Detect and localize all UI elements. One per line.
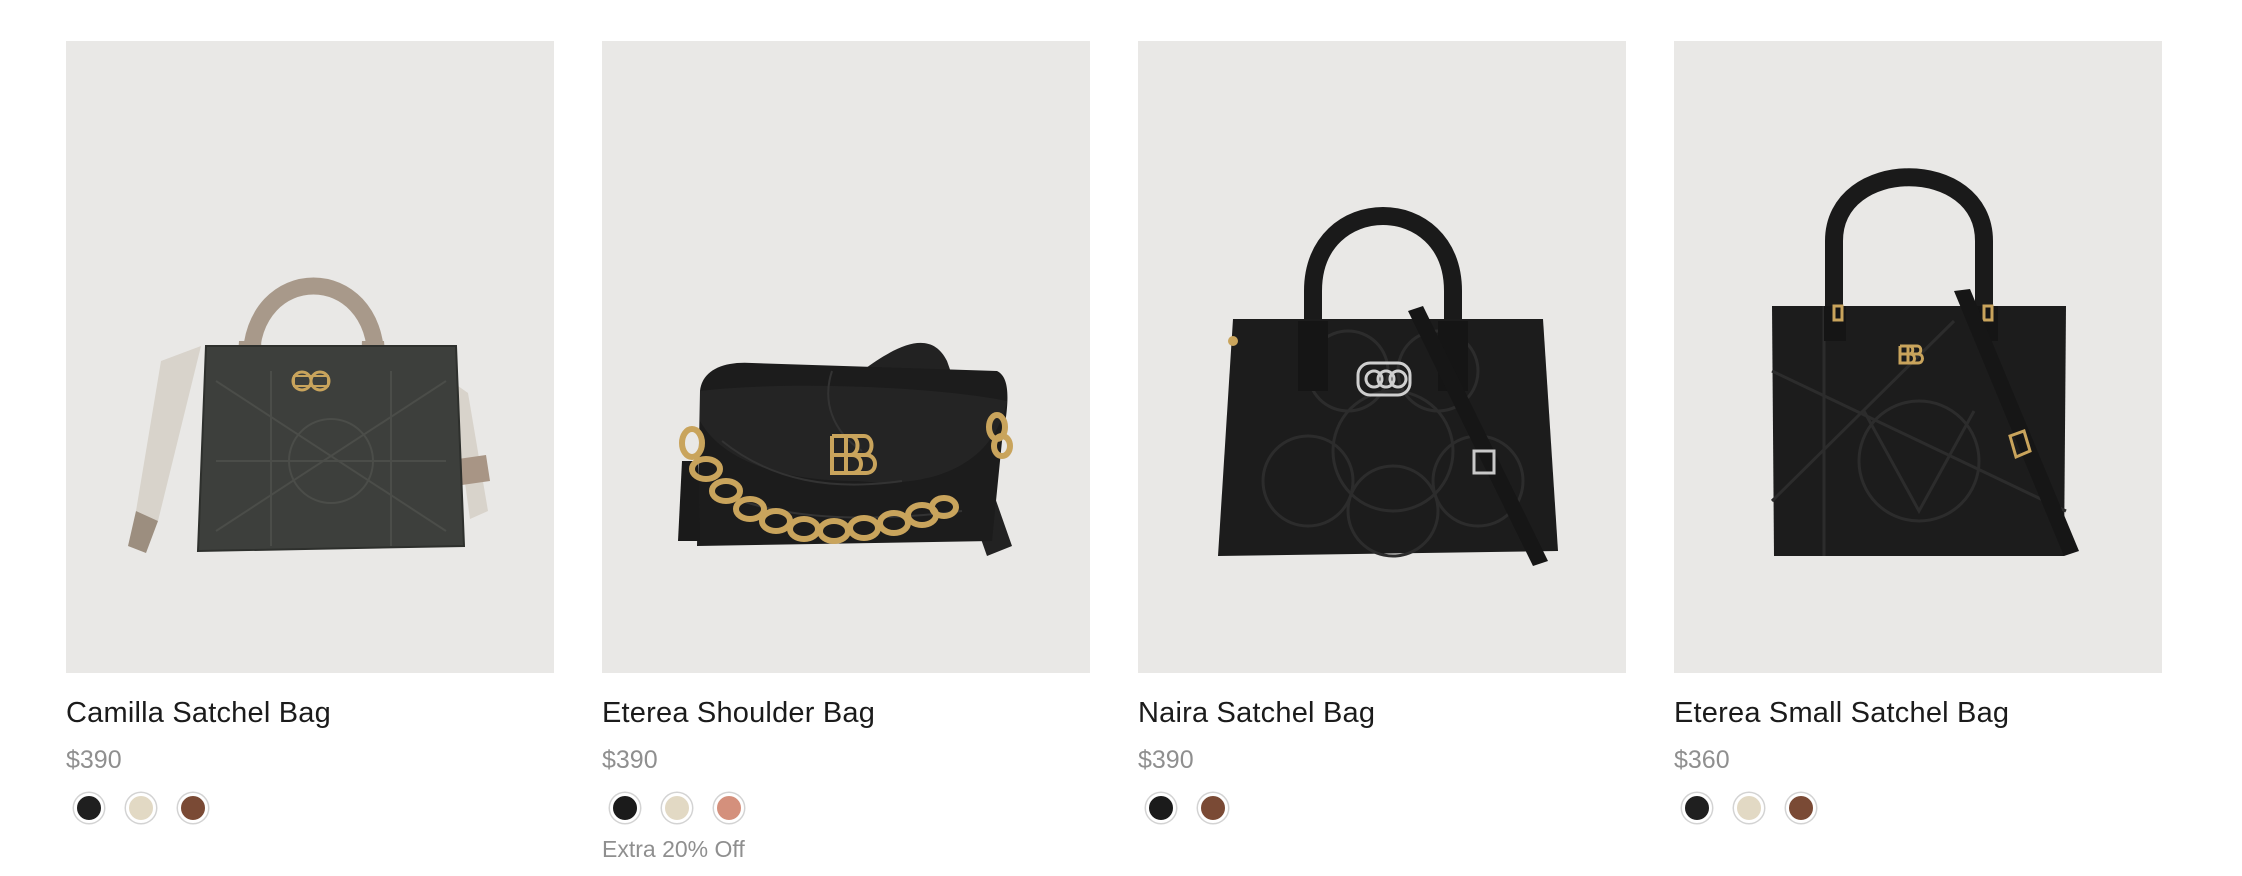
product-name[interactable]: Eterea Shoulder Bag [602, 695, 1090, 731]
product-image-link[interactable] [66, 41, 554, 673]
product-price: $360 [1674, 746, 1730, 774]
eterea-shoulder-bag-image [678, 342, 1013, 556]
product-card[interactable]: Eterea Small Satchel Bag $360 [1674, 41, 2162, 863]
rose-swatch[interactable] [714, 793, 744, 823]
product-name[interactable]: Camilla Satchel Bag [66, 695, 554, 731]
product-price: $390 [66, 746, 122, 774]
black-swatch[interactable] [74, 793, 104, 823]
product-image-link[interactable] [602, 41, 1090, 673]
eterea-small-satchel-bag-image [1770, 168, 2079, 556]
camilla-satchel-bag-image [128, 277, 490, 553]
product-card[interactable]: Camilla Satchel Bag $390 [66, 41, 554, 863]
promo-label: Extra 20% Off [602, 836, 745, 862]
brown-swatch[interactable] [1198, 793, 1228, 823]
product-name[interactable]: Eterea Small Satchel Bag [1674, 695, 2162, 731]
black-swatch[interactable] [1146, 793, 1176, 823]
product-price: $390 [1138, 746, 1194, 774]
product-card[interactable]: Naira Satchel Bag $390 [1138, 41, 1626, 863]
color-swatches [1138, 793, 1626, 823]
product-image-link[interactable] [1138, 41, 1626, 673]
black-swatch[interactable] [1682, 793, 1712, 823]
product-grid: Camilla Satchel Bag $390 Eterea Shoulder… [66, 41, 2162, 863]
color-swatches [602, 793, 1090, 823]
brown-swatch[interactable] [1786, 793, 1816, 823]
product-name[interactable]: Naira Satchel Bag [1138, 695, 1626, 731]
naira-satchel-bag-image [1218, 207, 1558, 566]
cream-swatch[interactable] [1734, 793, 1764, 823]
cream-swatch[interactable] [662, 793, 692, 823]
color-swatches [66, 793, 554, 823]
product-image-link[interactable] [1674, 41, 2162, 673]
product-card[interactable]: Eterea Shoulder Bag $390 Extra 20% Off [602, 41, 1090, 863]
black-swatch[interactable] [610, 793, 640, 823]
cream-swatch[interactable] [126, 793, 156, 823]
brown-swatch[interactable] [178, 793, 208, 823]
color-swatches [1674, 793, 2162, 823]
product-price: $390 [602, 746, 658, 774]
